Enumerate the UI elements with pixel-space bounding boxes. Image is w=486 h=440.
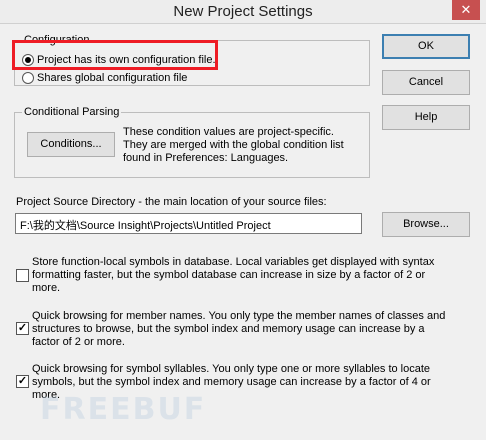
option-3-line-1: Quick browsing for symbol syllables. You… — [32, 363, 431, 375]
browse-button[interactable]: Browse... — [382, 212, 470, 237]
option-3-line-2: symbols, but the symbol index and memory… — [32, 376, 431, 388]
option-2-line-2: structures to browse, but the symbol ind… — [32, 323, 425, 335]
option-1-line-3: more. — [32, 282, 61, 294]
conditions-button-label: Conditions... — [40, 138, 102, 150]
conditions-button[interactable]: Conditions... — [27, 132, 115, 157]
option-1-line-2: formatting faster, but the symbol databa… — [32, 269, 426, 281]
title-bar: New Project Settings ✕ — [0, 0, 486, 24]
radio-shared-config[interactable] — [22, 72, 34, 84]
store-local-symbols-checkbox[interactable] — [16, 269, 29, 282]
conditional-parsing-line-1: These condition values are project-speci… — [123, 126, 334, 138]
help-button[interactable]: Help — [382, 105, 470, 130]
highlight-box — [12, 40, 218, 70]
option-1-line-1: Store function-local symbols in database… — [32, 256, 435, 268]
watermark-text: FREEBUF — [40, 392, 207, 427]
option-2-line-3: factor of 2 or more. — [32, 336, 125, 348]
cancel-button[interactable]: Cancel — [382, 70, 470, 95]
conditional-parsing-group-label: Conditional Parsing — [22, 106, 122, 118]
browse-button-label: Browse... — [403, 218, 449, 230]
conditional-parsing-line-3: found in Preferences: Languages. — [123, 152, 289, 164]
quick-browse-syllables-checkbox[interactable]: ✓ — [16, 375, 29, 388]
quick-browse-members-checkbox[interactable]: ✓ — [16, 322, 29, 335]
conditional-parsing-line-2: They are merged with the global conditio… — [123, 139, 344, 151]
dialog-body: Configuration Project has its own config… — [0, 24, 486, 440]
radio-shared-config-label[interactable]: Shares global configuration file — [37, 72, 187, 85]
ok-button-label: OK — [418, 40, 434, 52]
help-button-label: Help — [414, 111, 438, 123]
cancel-button-label: Cancel — [408, 76, 444, 88]
option-2-line-1: Quick browsing for member names. You onl… — [32, 310, 446, 322]
source-dir-label: Project Source Directory - the main loca… — [16, 196, 327, 208]
ok-button[interactable]: OK — [382, 34, 470, 59]
close-icon[interactable]: ✕ — [452, 0, 480, 20]
source-dir-input[interactable]: F:\我的文档\Source Insight\Projects\Untitled… — [15, 213, 362, 234]
window-title: New Project Settings — [173, 3, 313, 20]
